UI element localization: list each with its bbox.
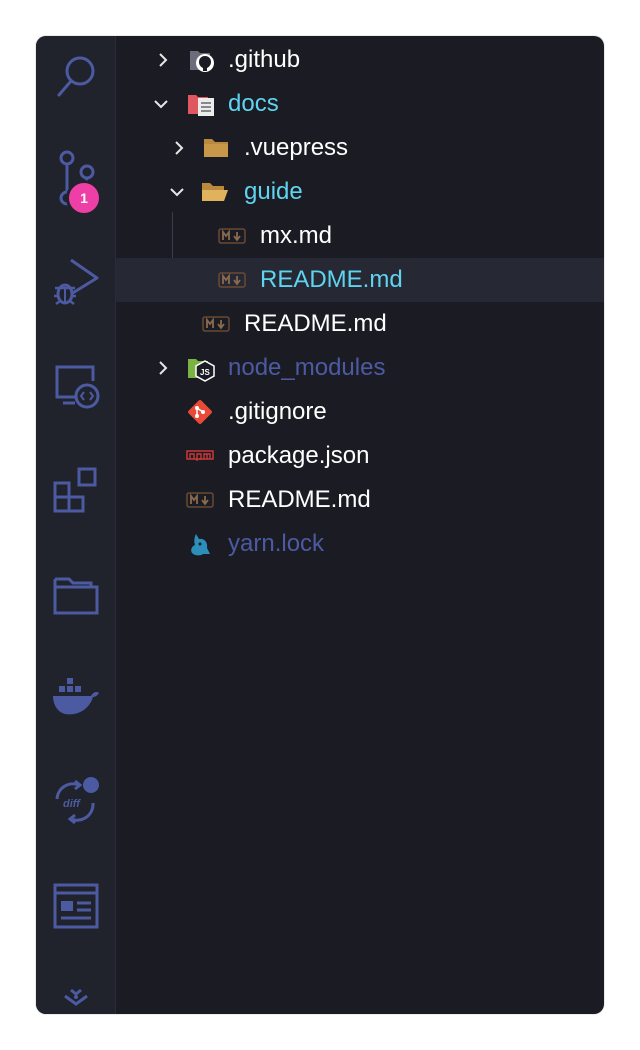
tree-item-label: yarn.lock (228, 530, 325, 557)
file-explorer: .github docs .vuepress guide mx.md READM… (116, 36, 604, 1014)
tree-item-label: docs (228, 90, 279, 117)
tree-item-guide-readme-selected[interactable]: README.md (116, 258, 604, 302)
markdown-icon (218, 272, 246, 288)
tree-item-yarn-lock[interactable]: yarn.lock (116, 522, 604, 566)
svg-text:JS: JS (200, 368, 210, 377)
tree-item-label: .gitignore (228, 398, 327, 425)
tree-item-label: README.md (228, 486, 371, 513)
node-folder-icon: JS (188, 359, 215, 382)
chevron-down-icon (154, 100, 168, 109)
git-icon (188, 400, 212, 424)
tree-item-label: package.json (228, 442, 370, 469)
source-control-badge: 1 (66, 180, 102, 216)
tree-item-node-modules[interactable]: JS node_modules (116, 346, 604, 390)
tree-item-docs[interactable]: docs (116, 82, 604, 126)
more-icon[interactable] (36, 970, 115, 1014)
chevron-down-icon (170, 188, 184, 197)
tree-item-package-json[interactable]: package.json (116, 434, 604, 478)
tree-item-label: .github (228, 46, 301, 73)
chevron-right-icon (175, 141, 184, 155)
browser-preview-icon[interactable] (36, 866, 115, 946)
tree-item-label: mx.md (260, 222, 332, 249)
remote-explorer-icon[interactable] (36, 346, 115, 426)
svg-text:diff: diff (63, 798, 81, 810)
explorer-folder-icon[interactable] (36, 554, 115, 634)
markdown-icon (202, 316, 230, 332)
tree-item-label: README.md (244, 310, 387, 337)
tree-item-label: guide (244, 178, 303, 205)
tree-item-vuepress[interactable]: .vuepress (116, 126, 604, 170)
extensions-icon[interactable] (36, 450, 115, 530)
tree-item-root-readme[interactable]: README.md (116, 478, 604, 522)
tree-item-github[interactable]: .github (116, 38, 604, 82)
yarn-icon (191, 534, 210, 556)
markdown-icon (218, 228, 246, 244)
docker-icon[interactable] (36, 658, 115, 738)
tree-item-gitignore[interactable]: .gitignore (116, 390, 604, 434)
folder-open-icon (202, 183, 228, 201)
diff-icon[interactable]: diff (36, 762, 115, 842)
markdown-icon (186, 492, 214, 508)
search-icon[interactable] (36, 36, 115, 116)
activity-bar: 1 diff (36, 36, 116, 1014)
docs-folder-icon (188, 95, 214, 116)
chevron-right-icon (159, 53, 168, 67)
folder-icon (204, 139, 228, 157)
tree-item-mx-md[interactable]: mx.md (116, 214, 604, 258)
run-debug-icon[interactable] (36, 242, 115, 322)
tree-item-label: .vuepress (244, 134, 349, 161)
tree-item-label: README.md (260, 266, 403, 293)
tree-item-docs-readme[interactable]: README.md (116, 302, 604, 346)
npm-icon (186, 450, 214, 461)
tree-item-label: node_modules (228, 354, 386, 381)
chevron-right-icon (159, 361, 168, 375)
tree-item-guide[interactable]: guide (116, 170, 604, 214)
editor-window: 1 diff .github docs .vuepress guide mx.m… (36, 36, 604, 1014)
github-folder-icon (190, 51, 214, 72)
